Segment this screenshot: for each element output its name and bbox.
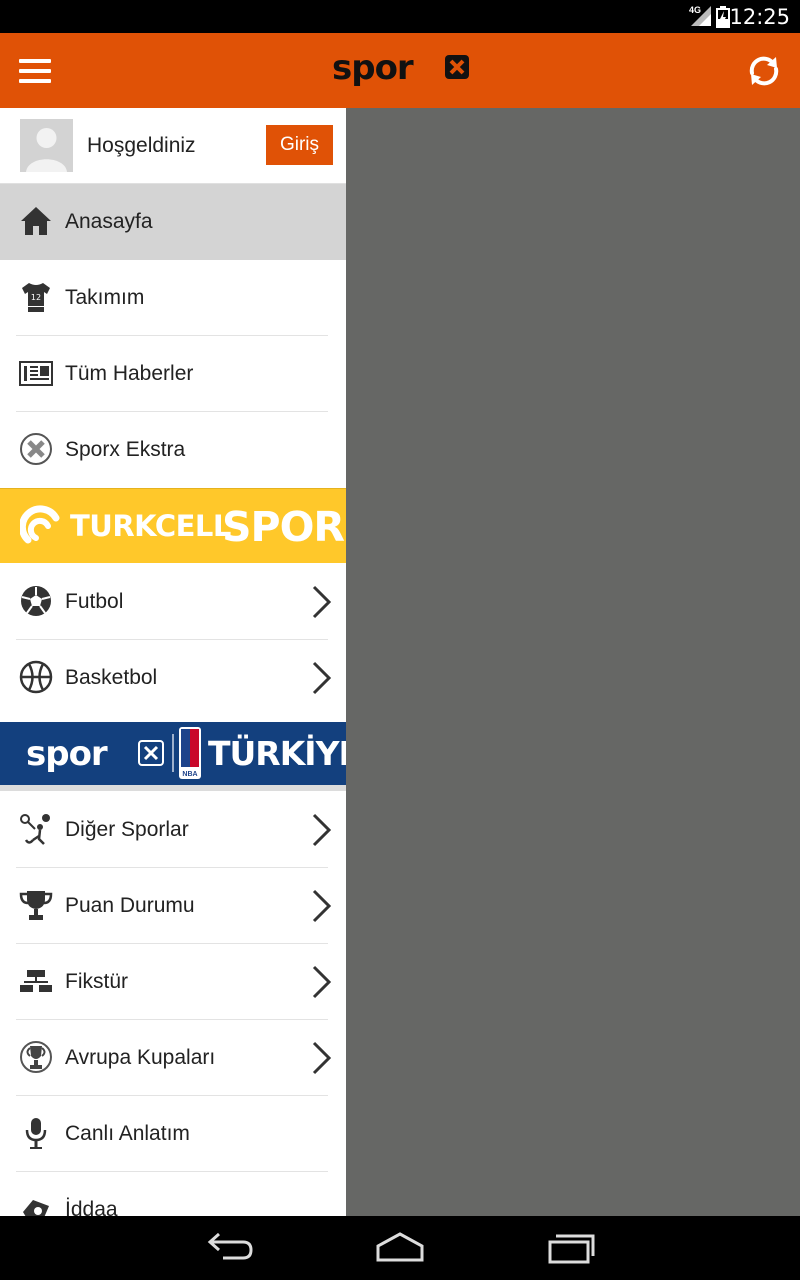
chevron-right-icon: [310, 813, 332, 847]
menu-item-label: İddaa: [65, 1198, 118, 1216]
jersey-icon: 12: [19, 280, 53, 314]
avatar: [20, 119, 73, 172]
menu-item-fikstur[interactable]: Fikstür: [0, 944, 346, 1020]
turkcell-brand: TURKCELL: [70, 509, 231, 543]
profile-header: Hoşgeldiniz Giriş: [0, 108, 346, 184]
menu-item-label: Fikstür: [65, 970, 128, 993]
logo-text: spor: [332, 48, 414, 88]
nba-logo: NBA: [179, 727, 201, 779]
logo-x-mark: [445, 55, 469, 79]
nba-banner-turkiye: TÜRKİYE: [208, 734, 346, 773]
menu-item-iddaa[interactable]: İddaa: [0, 1172, 346, 1216]
battery-icon: [716, 6, 730, 28]
football-icon: [19, 584, 53, 618]
menu-item-takimim[interactable]: 12 Takımım: [0, 260, 346, 336]
menu-item-puan-durumu[interactable]: Puan Durumu: [0, 868, 346, 944]
microphone-icon: [19, 1116, 53, 1150]
menu-item-basketbol[interactable]: Basketbol: [0, 640, 346, 716]
menu-item-label: Tüm Haberler: [65, 362, 194, 385]
network-type: 4G: [689, 5, 702, 15]
menu-item-canli-anlatim[interactable]: Canlı Anlatım: [0, 1096, 346, 1172]
svg-text:12: 12: [31, 293, 41, 302]
content-overlay[interactable]: [346, 108, 800, 1216]
menu-item-sporx-ekstra[interactable]: Sporx Ekstra: [0, 412, 346, 488]
menu-item-avrupa-kupalari[interactable]: Avrupa Kupaları: [0, 1020, 346, 1096]
turkcell-spor-word: SPOR: [222, 503, 345, 551]
menu-item-futbol[interactable]: Futbol: [0, 564, 346, 640]
chevron-right-icon: [310, 1041, 332, 1075]
newspaper-icon: [19, 356, 53, 390]
home-icon: [19, 204, 53, 238]
menu-item-label: Futbol: [65, 590, 124, 613]
chevron-right-icon: [310, 889, 332, 923]
nba-banner-sporx-text: spor: [26, 734, 108, 774]
chevron-right-icon: [310, 585, 332, 619]
menu-item-label: Canlı Anlatım: [65, 1122, 190, 1145]
status-bar: 4G 12:25: [0, 0, 800, 33]
hamburger-menu-icon[interactable]: [14, 51, 54, 91]
back-icon[interactable]: [205, 1230, 255, 1266]
menu-item-label: Sporx Ekstra: [65, 438, 186, 461]
chevron-right-icon: [310, 965, 332, 999]
chevron-right-icon: [310, 661, 332, 695]
european-cup-icon: [19, 1040, 53, 1074]
menu-item-anasayfa[interactable]: Anasayfa: [0, 184, 346, 260]
menu-item-label: Takımım: [65, 286, 145, 309]
clock: 12:25: [729, 5, 790, 29]
nba-logo-text: NBA: [182, 771, 198, 778]
trophy-icon: [19, 888, 53, 922]
basketball-icon: [19, 660, 53, 694]
menu-item-label: Basketbol: [65, 666, 158, 689]
recents-icon[interactable]: [546, 1230, 596, 1266]
sporx-logo: spor: [332, 48, 469, 89]
sporx-nba-turkiye-banner[interactable]: spor NBA TÜRKİYE: [0, 716, 346, 791]
menu-item-diger-sporlar[interactable]: Diğer Sporlar: [0, 792, 346, 868]
fixture-bracket-icon: [19, 964, 53, 998]
menu-item-label: Puan Durumu: [65, 894, 195, 917]
menu-item-label: Diğer Sporlar: [65, 818, 189, 841]
navigation-drawer: Hoşgeldiniz Giriş Anasayfa 12 Takımım Tü…: [0, 108, 346, 1216]
home-nav-icon[interactable]: [375, 1230, 425, 1266]
other-sports-icon: [19, 812, 53, 846]
nba-banner-x-mark: [138, 740, 164, 766]
turkcell-spor-banner[interactable]: TURKCELL SPOR: [0, 488, 346, 563]
sporx-x-icon: [19, 432, 53, 466]
welcome-text: Hoşgeldiniz: [87, 134, 196, 157]
signal-icon: 4G: [689, 5, 711, 26]
menu-item-tum-haberler[interactable]: Tüm Haberler: [0, 336, 346, 412]
turkcell-logo-icon: [18, 504, 62, 548]
app-header: spor: [0, 33, 800, 108]
menu-item-label: Avrupa Kupaları: [65, 1046, 216, 1069]
login-button[interactable]: Giriş: [266, 125, 333, 165]
menu-item-label: Anasayfa: [65, 210, 153, 233]
iddaa-icon: [19, 1192, 53, 1216]
refresh-icon[interactable]: [744, 51, 784, 91]
system-nav-bar: [0, 1216, 800, 1280]
